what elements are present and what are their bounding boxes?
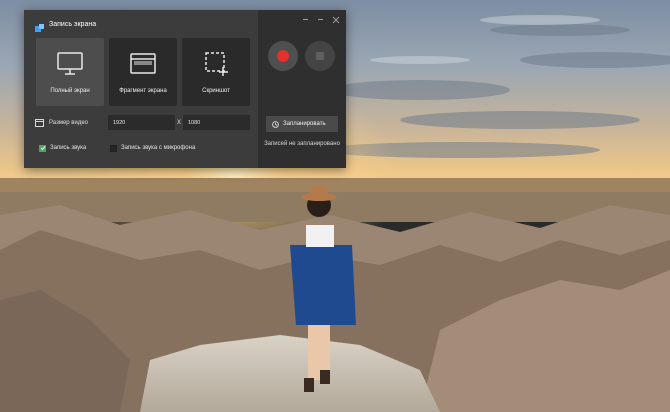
recording-controls-panel: Запланировать Записей не запланировано (258, 10, 346, 168)
monitor-icon (55, 51, 85, 77)
video-width-input[interactable]: 1920 (108, 115, 175, 130)
screenshot-crop-icon (201, 51, 231, 77)
mic-audio-checkbox[interactable] (110, 144, 117, 152)
maximize-button[interactable] (315, 14, 326, 25)
stop-button[interactable] (305, 41, 335, 71)
app-logo-icon (35, 20, 44, 32)
clock-icon (272, 115, 279, 133)
capture-mode-tiles: Полный экран Фрагмент экрана Скриншот (36, 38, 250, 106)
mode-fragment-label: Фрагмент экрана (119, 88, 167, 94)
settings-panel: Запись экрана Полный экран Фрагмент экра… (24, 10, 258, 168)
system-audio-label: Запись звука (50, 145, 87, 151)
minimize-button[interactable] (300, 14, 311, 25)
system-audio-checkbox[interactable] (39, 144, 46, 152)
schedule-status-text: Записей не запланировано (264, 141, 340, 147)
video-size-label: Размер видео (49, 119, 89, 126)
checkmark-icon (40, 146, 45, 151)
video-size-row: Размер видео 1920 X 1080 (35, 115, 250, 130)
schedule-button[interactable]: Запланировать (266, 116, 338, 132)
size-separator: X (176, 119, 181, 126)
mode-screenshot-tile[interactable]: Скриншот (182, 38, 250, 106)
close-icon (332, 16, 339, 23)
system-audio-checkbox-row[interactable]: Запись звука (39, 143, 86, 153)
window-fragment-icon (128, 51, 158, 77)
mode-fragment-tile[interactable]: Фрагмент экрана (109, 38, 177, 106)
mode-screenshot-label: Скриншот (202, 88, 230, 94)
video-height-input[interactable]: 1080 (183, 115, 250, 130)
video-size-icon (35, 114, 44, 132)
title-bar: Запись экрана (35, 17, 97, 32)
mode-fullscreen-label: Полный экран (50, 88, 90, 94)
schedule-label: Запланировать (283, 121, 326, 127)
mic-audio-label: Запись звука с микрофона (121, 145, 196, 151)
stop-icon (316, 52, 324, 60)
record-icon (277, 50, 289, 62)
maximize-icon (318, 19, 323, 20)
record-button[interactable] (268, 41, 298, 71)
video-size-label-group: Размер видео (35, 114, 108, 132)
screen-recorder-window: Запись экрана Полный экран Фрагмент экра… (24, 10, 346, 168)
mic-audio-checkbox-row[interactable]: Запись звука с микрофона (110, 143, 195, 153)
window-title: Запись экрана (49, 20, 97, 28)
minimize-icon (303, 19, 308, 20)
mode-fullscreen-tile[interactable]: Полный экран (36, 38, 104, 106)
close-button[interactable] (330, 14, 341, 25)
window-controls (300, 14, 341, 25)
